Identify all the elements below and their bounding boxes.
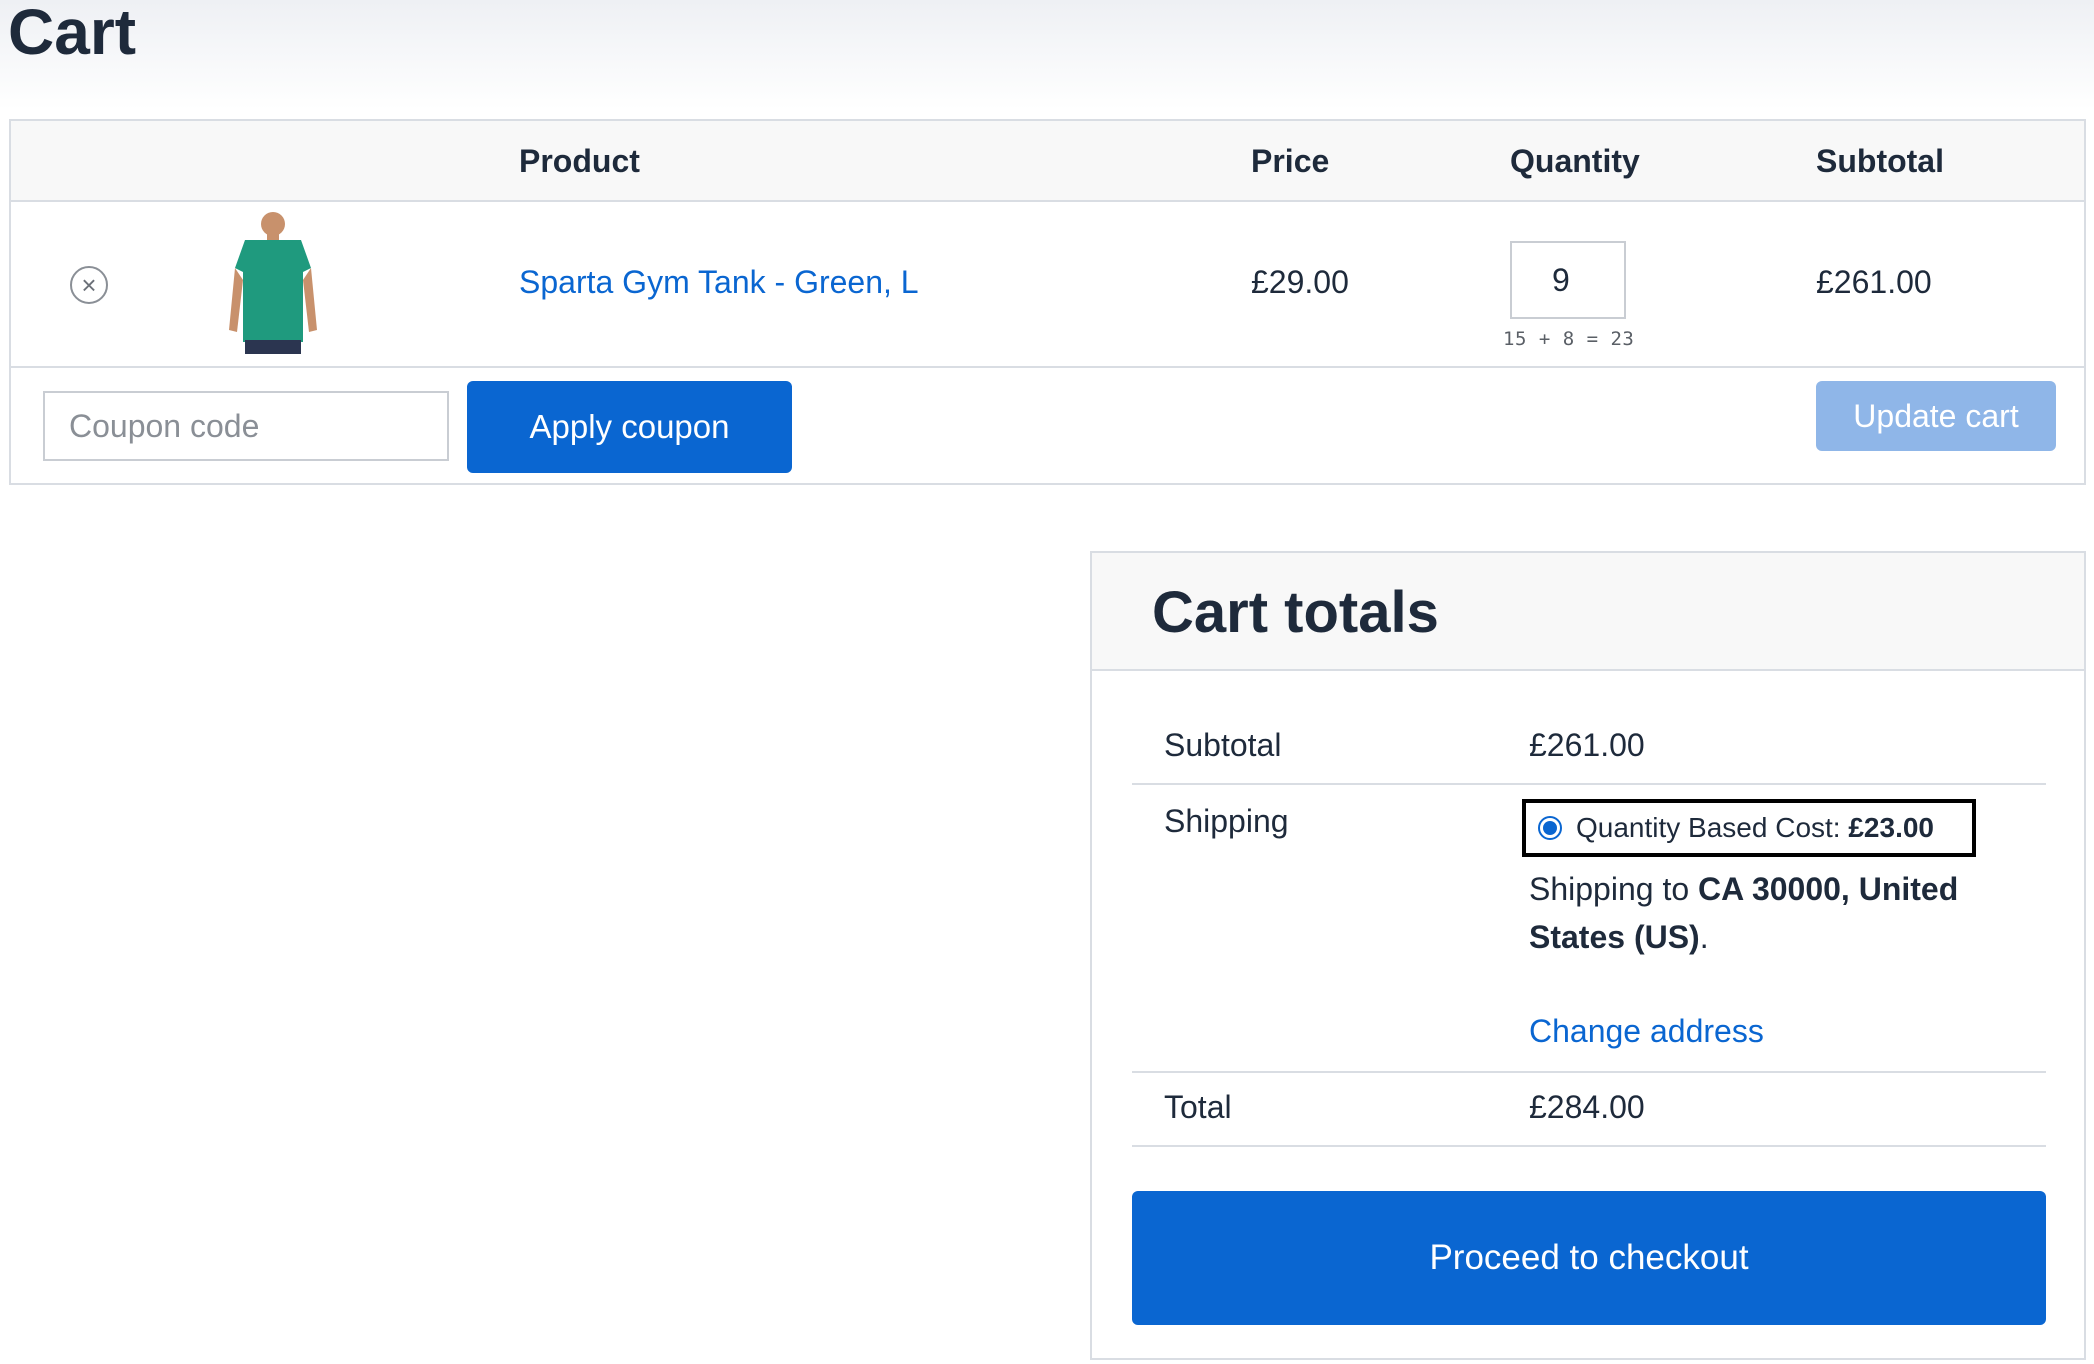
remove-item-button[interactable]: × (70, 266, 108, 304)
product-thumbnail[interactable] (223, 210, 323, 354)
divider (1132, 783, 2046, 785)
shipping-label: Shipping (1164, 803, 1289, 839)
change-address-link[interactable]: Change address (1529, 1011, 1764, 1051)
quantity-input[interactable] (1510, 241, 1626, 319)
column-header-product: Product (519, 143, 640, 179)
shipping-method-label: Quantity Based Cost: (1576, 812, 1849, 843)
cart-table: Product Price Quantity Subtotal × Sparta… (9, 119, 2086, 485)
item-price: £29.00 (1251, 264, 1349, 300)
shipping-radio[interactable] (1538, 816, 1562, 840)
product-name-link[interactable]: Sparta Gym Tank - Green, L (519, 262, 919, 302)
shipping-destination-text: Shipping to CA 30000, United States (US)… (1529, 865, 2009, 961)
total-label: Total (1164, 1089, 1232, 1125)
close-circle-icon: × (81, 270, 97, 300)
shipping-to-suffix: . (1699, 919, 1709, 955)
column-header-subtotal: Subtotal (1816, 143, 1944, 179)
cart-totals-header: Cart totals (1092, 553, 2084, 671)
table-row: × Sparta Gym Tank - Green, L £29.00 15 +… (11, 200, 2084, 368)
coupon-code-input[interactable] (43, 391, 449, 461)
shipping-method-option[interactable]: Quantity Based Cost: £23.00 (1522, 799, 1976, 857)
total-value: £284.00 (1529, 1089, 1645, 1125)
item-subtotal: £261.00 (1816, 264, 1932, 300)
shipping-to-prefix: Shipping to (1529, 871, 1699, 907)
column-header-price: Price (1251, 143, 1330, 179)
shipping-method-cost: £23.00 (1848, 812, 1934, 843)
cart-totals-panel: Cart totals Subtotal £261.00 Shipping Qu… (1090, 551, 2086, 1360)
cart-totals-title: Cart totals (1152, 580, 1439, 645)
radio-selected-dot (1543, 821, 1557, 835)
subtotal-label: Subtotal (1164, 727, 1282, 763)
subtotal-value: £261.00 (1529, 727, 1645, 763)
cart-actions: Apply coupon Update cart (11, 366, 2084, 485)
proceed-to-checkout-button[interactable]: Proceed to checkout (1132, 1191, 2046, 1325)
divider (1132, 1145, 2046, 1147)
quantity-hint: 15 + 8 = 23 (1503, 328, 1635, 350)
update-cart-button[interactable]: Update cart (1816, 381, 2056, 451)
page-title: Cart (8, 0, 137, 68)
column-header-quantity: Quantity (1510, 143, 1640, 179)
cart-table-header: Product Price Quantity Subtotal (11, 121, 2084, 202)
divider (1132, 1071, 2046, 1073)
apply-coupon-button[interactable]: Apply coupon (467, 381, 792, 473)
